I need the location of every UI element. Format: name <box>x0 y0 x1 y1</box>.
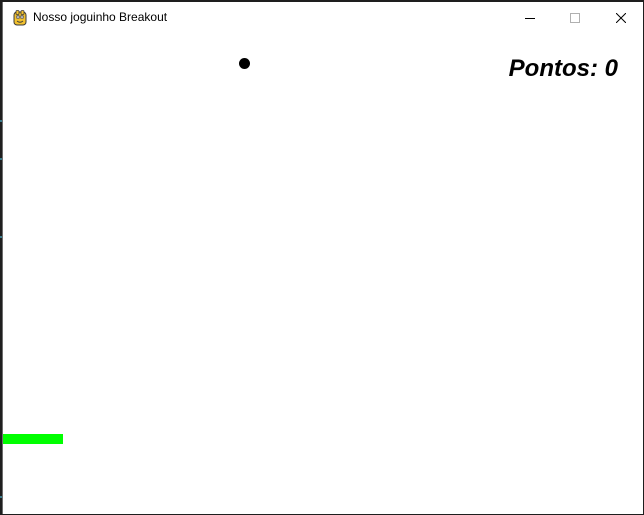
window-title: Nosso joguinho Breakout <box>33 10 168 24</box>
game-canvas[interactable]: Pontos: 0 <box>3 33 643 513</box>
ball <box>239 58 250 69</box>
desktop: Nosso joguinho Breakout Pontos: 0 <box>0 0 644 515</box>
title-bar[interactable]: Nosso joguinho Breakout <box>3 2 643 33</box>
game-window: Nosso joguinho Breakout Pontos: 0 <box>2 2 643 514</box>
close-button[interactable] <box>598 2 644 33</box>
pygame-snake-icon <box>12 10 28 26</box>
minimize-button[interactable] <box>507 2 553 33</box>
close-icon <box>615 8 627 27</box>
minimize-icon <box>525 8 535 27</box>
maximize-icon <box>570 8 580 27</box>
score-label: Pontos: 0 <box>508 55 618 82</box>
maximize-button[interactable] <box>552 2 598 33</box>
paddle[interactable] <box>3 434 63 444</box>
